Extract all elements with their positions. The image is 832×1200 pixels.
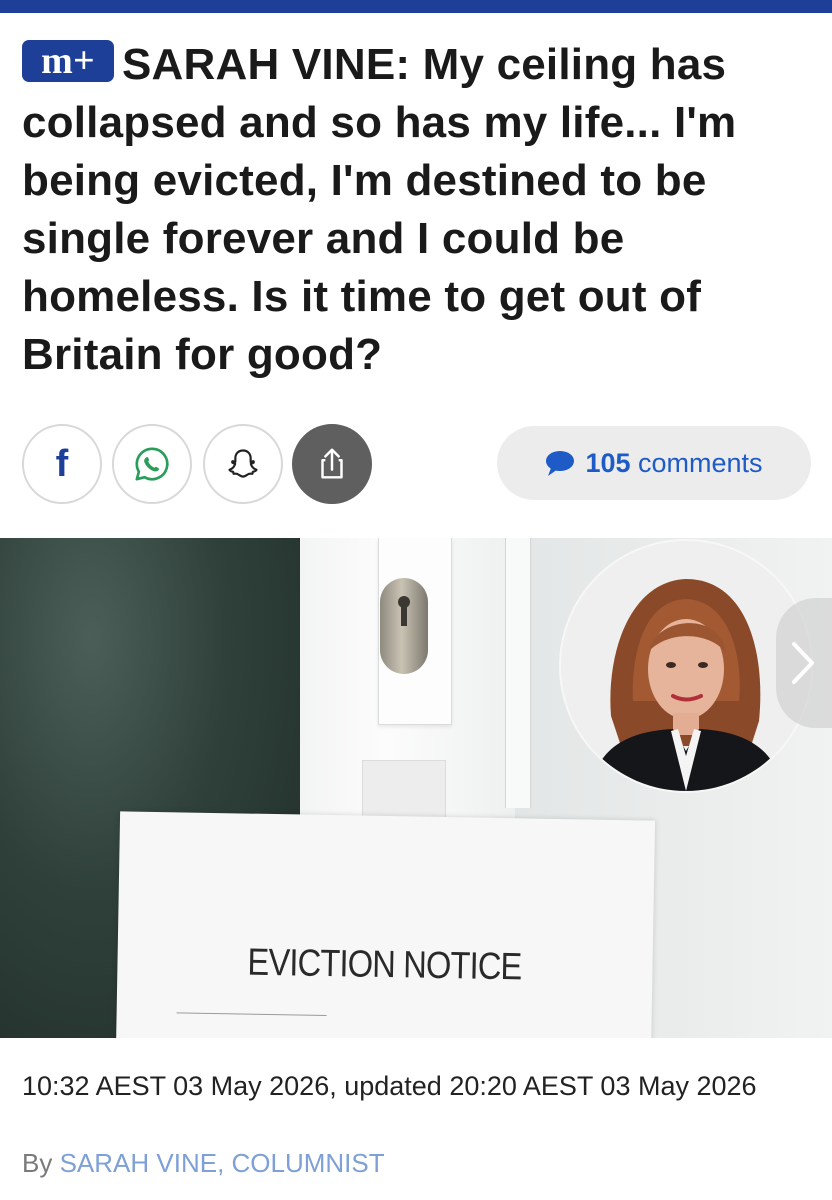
- chevron-right-icon: [792, 642, 814, 684]
- facebook-share-button[interactable]: f: [22, 424, 102, 504]
- lock-cylinder: [380, 578, 428, 674]
- top-accent-bar: [0, 0, 832, 13]
- article-headline: m+ SARAH VINE: My ceiling has collapsed a…: [22, 36, 822, 384]
- article-timestamp: 10:32 AEST 03 May 2026, updated 20:20 AE…: [22, 1071, 757, 1101]
- share-toolbar: f 105 comments: [22, 424, 812, 504]
- byline-prefix: By: [22, 1148, 53, 1178]
- share-icon: [321, 448, 343, 479]
- snapchat-share-button[interactable]: [203, 424, 283, 504]
- snapchat-icon: [228, 449, 258, 478]
- door-post: [505, 538, 531, 808]
- keyhole-slot: [401, 604, 407, 626]
- facebook-icon: f: [55, 442, 69, 485]
- signature-line: [176, 1012, 327, 1016]
- whatsapp-share-button[interactable]: [112, 424, 192, 504]
- native-share-button[interactable]: [292, 424, 372, 504]
- gallery-next-button[interactable]: [776, 598, 832, 728]
- author-portrait: [561, 541, 811, 791]
- whatsapp-icon: [135, 447, 169, 481]
- article-byline: By SARAH VINE, COLUMNIST: [22, 1148, 385, 1179]
- comments-count-text: 105 comments: [585, 448, 762, 479]
- comments-label: comments: [638, 447, 763, 478]
- mplus-badge[interactable]: m+: [22, 40, 114, 82]
- comments-count: 105: [585, 447, 631, 478]
- speech-bubble-icon: [546, 451, 575, 476]
- comments-button[interactable]: 105 comments: [497, 426, 811, 500]
- eviction-notice-paper: EVICTION NOTICE: [115, 811, 656, 1038]
- eviction-notice-text: EVICTION NOTICE: [247, 941, 522, 989]
- hero-image[interactable]: EVICTION NOTICE: [0, 538, 832, 1038]
- headline-text: SARAH VINE: My ceiling has collapsed and…: [22, 40, 737, 379]
- author-avatar[interactable]: [561, 541, 811, 791]
- author-link[interactable]: SARAH VINE, COLUMNIST: [60, 1148, 385, 1178]
